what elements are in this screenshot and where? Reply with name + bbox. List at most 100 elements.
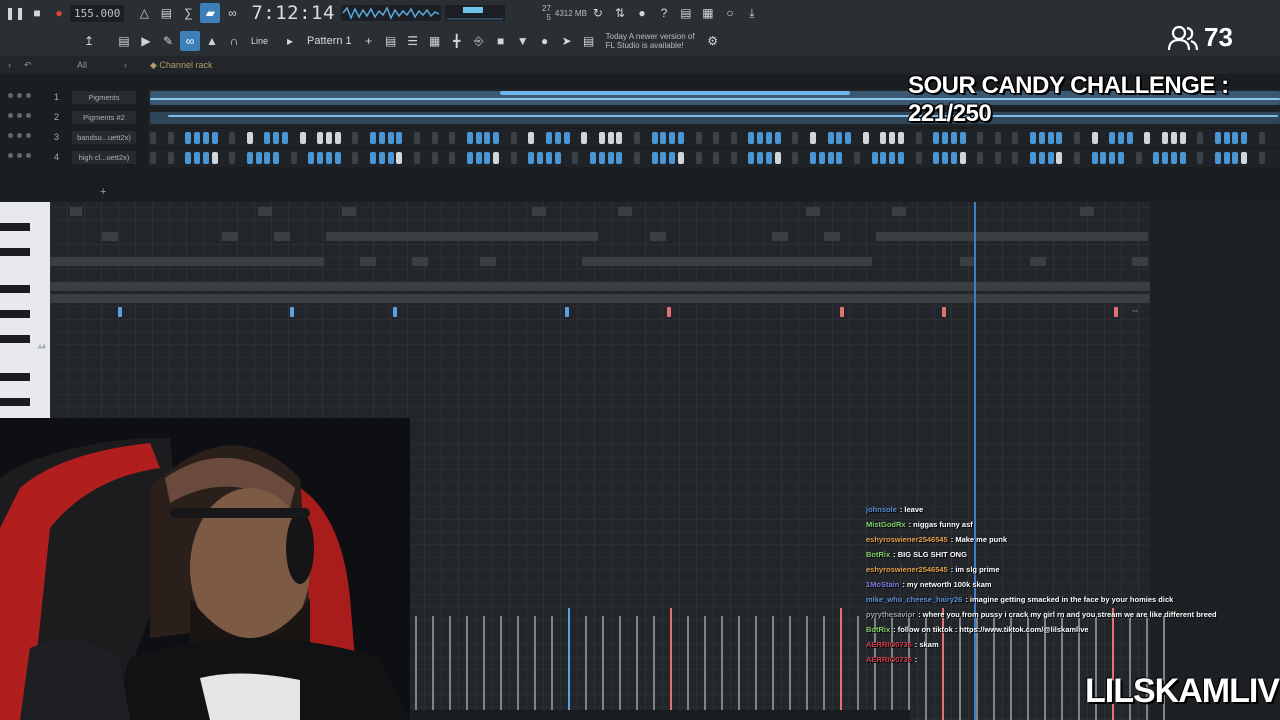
send-icon[interactable]: ➤	[557, 31, 577, 51]
pattern-block[interactable]	[150, 152, 156, 164]
pattern-block[interactable]	[616, 132, 623, 144]
pattern-block[interactable]	[880, 152, 887, 164]
chat-username[interactable]: pyrythesavior	[866, 610, 915, 619]
arrow-icon[interactable]: ›	[8, 60, 11, 70]
pattern-prev-icon[interactable]: ▸	[280, 31, 300, 51]
pattern-block[interactable]	[660, 152, 667, 164]
pattern-block[interactable]	[959, 152, 966, 164]
pattern-block[interactable]	[255, 152, 262, 164]
pattern-block[interactable]	[1074, 132, 1080, 144]
pause-icon[interactable]: ❚❚	[5, 3, 25, 23]
pattern-block[interactable]	[836, 152, 843, 164]
pattern-block[interactable]	[229, 152, 236, 164]
velocity-bar[interactable]	[551, 616, 553, 720]
pattern-block[interactable]	[352, 132, 359, 144]
pattern-block[interactable]	[1012, 132, 1019, 144]
brush-icon[interactable]: ▲	[202, 31, 222, 51]
pattern-block[interactable]	[634, 132, 640, 144]
snap-icon[interactable]: ∩	[224, 31, 244, 51]
track-controls[interactable]	[8, 133, 31, 138]
pattern-block[interactable]	[1135, 152, 1142, 164]
pattern-block[interactable]	[1100, 152, 1107, 164]
pattern-block[interactable]	[554, 152, 561, 164]
pattern-block[interactable]	[264, 132, 271, 144]
pattern-block[interactable]	[211, 152, 218, 164]
pattern-block[interactable]	[493, 132, 500, 144]
pattern-block[interactable]	[889, 132, 896, 144]
snap-magnet-icon[interactable]: ↥	[79, 31, 99, 51]
pattern-block[interactable]	[396, 152, 403, 164]
pattern-block[interactable]	[1047, 132, 1054, 144]
pattern-block[interactable]	[1162, 132, 1168, 144]
velocity-bar[interactable]	[857, 616, 859, 720]
pattern-block[interactable]	[581, 132, 588, 144]
track-name[interactable]: Pigments	[72, 91, 136, 104]
pattern-block[interactable]	[317, 132, 324, 144]
velocity-bar[interactable]	[449, 616, 451, 720]
velocity-bar[interactable]	[806, 616, 808, 720]
chat-username[interactable]: BotRix	[866, 625, 890, 634]
pattern-block[interactable]	[414, 152, 420, 164]
pattern-block[interactable]	[748, 132, 755, 144]
black-key[interactable]	[0, 335, 30, 343]
pattern-block[interactable]	[616, 152, 623, 164]
microphone-icon[interactable]: ●	[632, 3, 652, 23]
pattern-block[interactable]	[493, 152, 500, 164]
browser-icon[interactable]: ☰	[403, 31, 423, 51]
chat-username[interactable]: mike_who_cheese_hairy26	[866, 595, 962, 604]
pattern-block[interactable]	[748, 152, 755, 164]
metronome-icon[interactable]: △	[134, 3, 154, 23]
pattern-block[interactable]	[1030, 152, 1036, 164]
pattern-block[interactable]	[282, 132, 288, 144]
chat-username[interactable]: AERRIO0736	[866, 640, 912, 649]
undo-history-icon[interactable]: ↻	[588, 3, 608, 23]
pattern-block[interactable]	[1047, 152, 1054, 164]
typing-keyboard-icon[interactable]: ●	[535, 31, 555, 51]
pattern-block[interactable]	[167, 132, 174, 144]
undo-icon[interactable]: ↶	[24, 60, 32, 71]
pattern-block[interactable]	[202, 132, 209, 144]
pattern-block[interactable]	[466, 152, 473, 164]
chat-username[interactable]: AERRIO0736	[866, 655, 912, 664]
pattern-block[interactable]	[1232, 132, 1239, 144]
pattern-block[interactable]	[317, 152, 324, 164]
track-controls[interactable]	[8, 113, 31, 118]
pattern-block[interactable]	[352, 152, 359, 164]
pattern-block[interactable]	[528, 152, 535, 164]
velocity-bar[interactable]	[653, 616, 655, 720]
pattern-block[interactable]	[185, 152, 192, 164]
pattern-block[interactable]	[827, 132, 834, 144]
velocity-bar[interactable]	[466, 616, 468, 720]
chat-icon[interactable]: ○	[720, 3, 740, 23]
pattern-block[interactable]	[933, 152, 940, 164]
pattern-block[interactable]	[1241, 132, 1248, 144]
pattern-block[interactable]	[977, 132, 984, 144]
pattern-block[interactable]	[1170, 132, 1177, 144]
pattern-selector[interactable]: Pattern 1	[301, 35, 358, 47]
pattern-block[interactable]	[370, 152, 376, 164]
pencil-icon[interactable]: ✎	[158, 31, 178, 51]
pattern-block[interactable]	[326, 132, 332, 144]
velocity-bar[interactable]	[704, 616, 706, 720]
track-row[interactable]: 4 high cl...uett2x)	[0, 149, 1280, 167]
pattern-block[interactable]	[1223, 132, 1230, 144]
pattern-block[interactable]	[766, 152, 772, 164]
pattern-block[interactable]	[1109, 152, 1116, 164]
pattern-block[interactable]	[510, 152, 517, 164]
pattern-block[interactable]	[1214, 152, 1221, 164]
pattern-block[interactable]	[1214, 132, 1221, 144]
save-icon[interactable]: ▤	[676, 3, 696, 23]
pattern-block[interactable]	[1179, 132, 1186, 144]
velocity-bar[interactable]	[568, 608, 570, 720]
velocity-bar[interactable]	[619, 616, 621, 720]
black-key[interactable]	[0, 222, 30, 231]
chat-username[interactable]: eshyroswiener2546545	[866, 565, 948, 574]
pattern-block[interactable]	[994, 152, 1001, 164]
pattern-block[interactable]	[1197, 152, 1204, 164]
pattern-block[interactable]	[378, 152, 385, 164]
pattern-block[interactable]	[1241, 152, 1248, 164]
pattern-block[interactable]	[827, 152, 834, 164]
pattern-block[interactable]	[475, 152, 482, 164]
velocity-bar[interactable]	[415, 616, 417, 720]
pattern-block[interactable]	[598, 152, 605, 164]
